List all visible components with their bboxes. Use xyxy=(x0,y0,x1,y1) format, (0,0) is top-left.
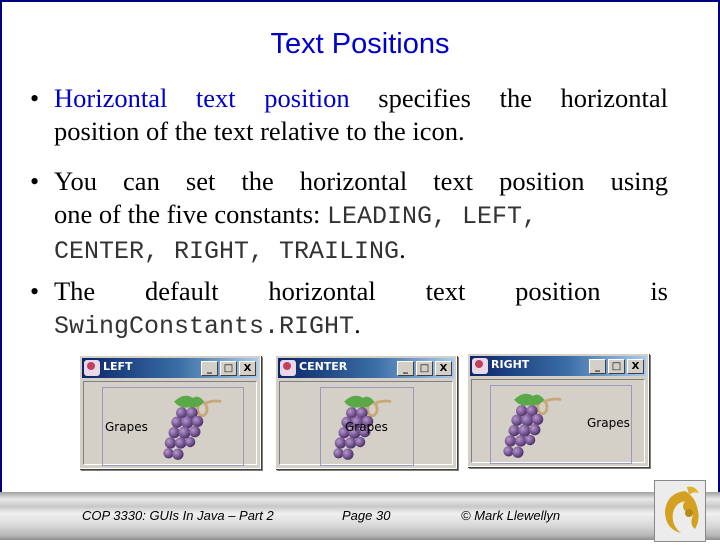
code-constants: CENTER, RIGHT, TRAILING xyxy=(54,237,400,266)
window-right: RIGHT _ □ X Grapes xyxy=(467,353,649,467)
grapes-label: Grapes xyxy=(320,387,414,466)
code-constants: LEADING, LEFT, xyxy=(327,202,538,231)
window-title: LEFT xyxy=(103,360,133,373)
minimize-button[interactable]: _ xyxy=(589,359,606,374)
footer-page: Page 30 xyxy=(342,508,391,523)
content-pane: Grapes xyxy=(279,381,453,466)
label-text: Grapes xyxy=(345,420,388,434)
content-pane: Grapes xyxy=(83,381,257,466)
java-app-icon xyxy=(280,360,296,376)
title-bar[interactable]: LEFT _ □ X xyxy=(82,358,258,378)
label-text: Grapes xyxy=(105,420,148,434)
grapes-label: Grapes xyxy=(490,385,632,464)
footer-bar: COP 3330: GUIs In Java – Part 2 Page 30 … xyxy=(0,492,720,540)
window-title: CENTER xyxy=(299,360,348,373)
window-title: RIGHT xyxy=(491,358,530,371)
grapes-icon xyxy=(501,392,563,460)
code-default: SwingConstants.RIGHT xyxy=(54,312,355,341)
close-button[interactable]: X xyxy=(627,359,644,374)
footer-author: © Mark Llewellyn xyxy=(461,508,561,523)
grapes-label: Grapes xyxy=(102,387,244,466)
title-bar[interactable]: CENTER _ □ X xyxy=(278,358,454,378)
pegasus-icon xyxy=(665,486,699,533)
bullet-1: Horizontal text position specifies the h… xyxy=(54,83,668,146)
minimize-button[interactable]: _ xyxy=(397,361,414,376)
footer-course: COP 3330: GUIs In Java – Part 2 xyxy=(82,508,274,523)
java-app-icon xyxy=(472,358,488,374)
maximize-button[interactable]: □ xyxy=(416,361,433,376)
maximize-button[interactable]: □ xyxy=(608,359,625,374)
grapes-icon xyxy=(161,394,223,462)
window-left: LEFT _ □ X Grapes xyxy=(79,355,261,469)
bullet-dot: • xyxy=(30,277,40,306)
highlight-term: Horizontal text position xyxy=(54,83,350,113)
window-center: CENTER _ □ X Grapes xyxy=(275,355,457,469)
slide-title: Text Positions xyxy=(270,28,450,60)
content-pane: Grapes xyxy=(471,379,645,464)
bullet-2: You can set the horizontal text position… xyxy=(54,166,668,266)
java-app-icon xyxy=(84,360,100,376)
close-button[interactable]: X xyxy=(435,361,452,376)
maximize-button[interactable]: □ xyxy=(220,361,237,376)
label-text: Grapes xyxy=(587,416,630,430)
minimize-button[interactable]: _ xyxy=(201,361,218,376)
close-button[interactable]: X xyxy=(239,361,256,376)
title-bar[interactable]: RIGHT _ □ X xyxy=(470,356,646,376)
bullet-dot: • xyxy=(30,167,40,196)
bullet-dot: • xyxy=(30,84,40,113)
ucf-pegasus-logo xyxy=(654,480,706,542)
bullet-3: The default horizontal text position is … xyxy=(54,276,668,341)
